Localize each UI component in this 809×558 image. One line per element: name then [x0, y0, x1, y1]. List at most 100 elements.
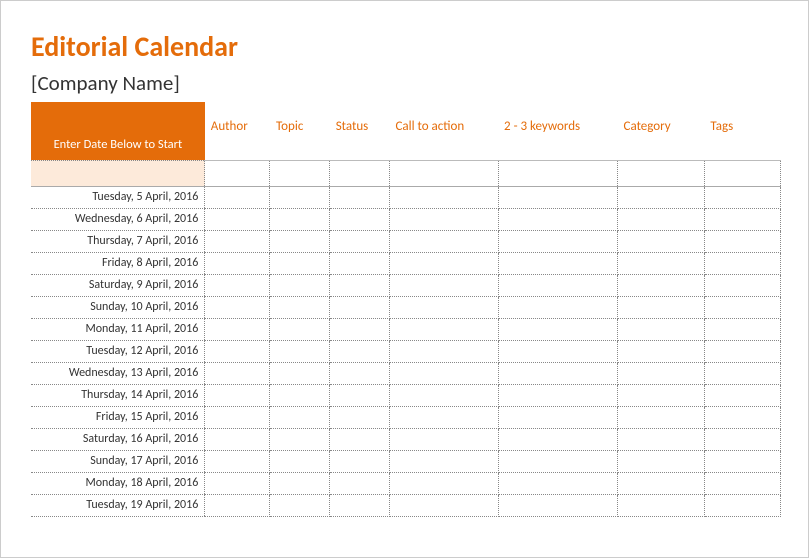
data-cell[interactable] [330, 340, 390, 362]
data-cell[interactable] [704, 296, 780, 318]
data-cell[interactable] [389, 340, 498, 362]
data-cell[interactable] [270, 252, 330, 274]
data-cell[interactable] [270, 208, 330, 230]
data-cell[interactable] [389, 494, 498, 516]
data-cell[interactable] [389, 208, 498, 230]
data-cell[interactable] [205, 384, 270, 406]
data-cell[interactable] [330, 406, 390, 428]
data-cell[interactable] [498, 208, 617, 230]
data-cell[interactable] [618, 318, 705, 340]
data-cell[interactable] [389, 160, 498, 186]
data-cell[interactable] [618, 274, 705, 296]
data-cell[interactable] [205, 296, 270, 318]
data-cell[interactable] [330, 274, 390, 296]
data-cell[interactable] [498, 230, 617, 252]
data-cell[interactable] [704, 230, 780, 252]
data-cell[interactable] [498, 428, 617, 450]
data-cell[interactable] [618, 230, 705, 252]
data-cell[interactable] [330, 252, 390, 274]
data-cell[interactable] [270, 160, 330, 186]
data-cell[interactable] [618, 450, 705, 472]
data-cell[interactable] [704, 450, 780, 472]
data-cell[interactable] [498, 362, 617, 384]
data-cell[interactable] [330, 296, 390, 318]
data-cell[interactable] [330, 428, 390, 450]
data-cell[interactable] [330, 186, 390, 208]
data-cell[interactable] [704, 208, 780, 230]
data-cell[interactable] [270, 362, 330, 384]
data-cell[interactable] [270, 494, 330, 516]
data-cell[interactable] [704, 186, 780, 208]
data-cell[interactable] [618, 160, 705, 186]
data-cell[interactable] [270, 450, 330, 472]
data-cell[interactable] [389, 296, 498, 318]
data-cell[interactable] [498, 318, 617, 340]
data-cell[interactable] [498, 296, 617, 318]
data-cell[interactable] [618, 208, 705, 230]
data-cell[interactable] [330, 208, 390, 230]
data-cell[interactable] [389, 230, 498, 252]
data-cell[interactable] [205, 230, 270, 252]
data-cell[interactable] [704, 362, 780, 384]
data-cell[interactable] [270, 274, 330, 296]
data-cell[interactable] [330, 230, 390, 252]
data-cell[interactable] [389, 362, 498, 384]
data-cell[interactable] [618, 384, 705, 406]
data-cell[interactable] [498, 160, 617, 186]
data-cell[interactable] [270, 230, 330, 252]
data-cell[interactable] [618, 428, 705, 450]
data-cell[interactable] [205, 340, 270, 362]
data-cell[interactable] [704, 472, 780, 494]
data-cell[interactable] [389, 252, 498, 274]
data-cell[interactable] [704, 384, 780, 406]
data-cell[interactable] [704, 428, 780, 450]
data-cell[interactable] [389, 318, 498, 340]
data-cell[interactable] [330, 318, 390, 340]
data-cell[interactable] [704, 494, 780, 516]
data-cell[interactable] [330, 494, 390, 516]
data-cell[interactable] [270, 340, 330, 362]
data-cell[interactable] [498, 186, 617, 208]
data-cell[interactable] [389, 384, 498, 406]
data-cell[interactable] [205, 252, 270, 274]
data-cell[interactable] [618, 362, 705, 384]
data-cell[interactable] [205, 160, 270, 186]
data-cell[interactable] [618, 472, 705, 494]
data-cell[interactable] [205, 318, 270, 340]
data-cell[interactable] [205, 428, 270, 450]
data-cell[interactable] [618, 252, 705, 274]
data-cell[interactable] [618, 340, 705, 362]
data-cell[interactable] [498, 472, 617, 494]
data-cell[interactable] [389, 428, 498, 450]
data-cell[interactable] [389, 472, 498, 494]
start-date-input-cell[interactable] [31, 160, 205, 186]
data-cell[interactable] [205, 208, 270, 230]
data-cell[interactable] [205, 274, 270, 296]
data-cell[interactable] [498, 406, 617, 428]
data-cell[interactable] [330, 362, 390, 384]
data-cell[interactable] [704, 252, 780, 274]
data-cell[interactable] [270, 406, 330, 428]
data-cell[interactable] [270, 318, 330, 340]
data-cell[interactable] [330, 472, 390, 494]
data-cell[interactable] [270, 296, 330, 318]
data-cell[interactable] [389, 406, 498, 428]
data-cell[interactable] [704, 318, 780, 340]
data-cell[interactable] [270, 186, 330, 208]
data-cell[interactable] [618, 296, 705, 318]
data-cell[interactable] [330, 450, 390, 472]
data-cell[interactable] [498, 274, 617, 296]
data-cell[interactable] [330, 160, 390, 186]
data-cell[interactable] [704, 274, 780, 296]
data-cell[interactable] [330, 384, 390, 406]
data-cell[interactable] [389, 450, 498, 472]
data-cell[interactable] [205, 362, 270, 384]
data-cell[interactable] [205, 472, 270, 494]
data-cell[interactable] [205, 450, 270, 472]
data-cell[interactable] [704, 160, 780, 186]
data-cell[interactable] [205, 186, 270, 208]
data-cell[interactable] [205, 406, 270, 428]
data-cell[interactable] [498, 340, 617, 362]
data-cell[interactable] [270, 428, 330, 450]
data-cell[interactable] [389, 274, 498, 296]
